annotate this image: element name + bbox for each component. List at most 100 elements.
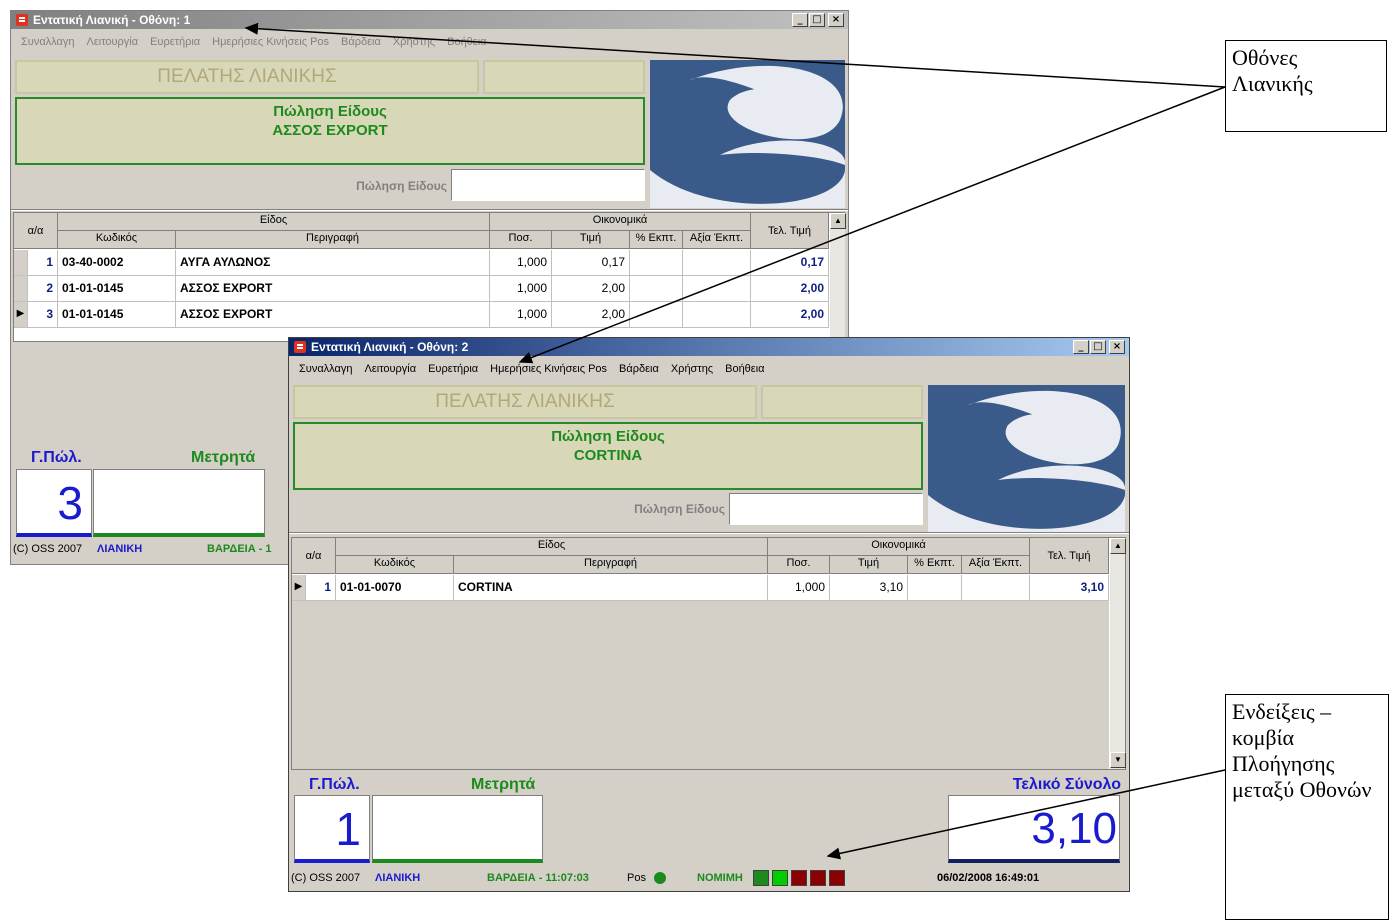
scroll-up-button[interactable]: ▲ (830, 213, 846, 229)
row-disc-val (962, 575, 1030, 601)
screen-nav-button-5[interactable] (829, 870, 845, 886)
company-logo (928, 385, 1125, 533)
status-mode: ΛΙΑΝΙΚΗ (97, 543, 143, 555)
window-2-titlebar[interactable]: Εντατική Λιανική - Οθόνη: 2 _ □ × (289, 338, 1129, 356)
cash-value[interactable] (93, 469, 265, 537)
close-button[interactable]: × (1109, 340, 1125, 354)
row-qty: 1,000 (490, 302, 552, 328)
minimize-button[interactable]: _ (1073, 340, 1089, 354)
menu-indexes[interactable]: Ευρετήρια (144, 36, 206, 48)
sale-item-input[interactable] (451, 169, 645, 201)
maximize-button[interactable]: □ (809, 13, 825, 27)
menu-function[interactable]: Λειτουργία (359, 363, 423, 375)
items-grid: α/α Είδος Οικονομικά Τελ. Τιμή Κωδικός Π… (291, 537, 1126, 770)
screen-nav-button-3[interactable] (791, 870, 807, 886)
pos-window-2: Εντατική Λιανική - Οθόνη: 2 _ □ × Συναλλ… (288, 337, 1130, 892)
customer-code-box[interactable] (483, 60, 645, 94)
menu-help[interactable]: Βοήθεια (441, 36, 492, 48)
sale-item-input[interactable] (729, 493, 923, 525)
row-number: 1 (28, 250, 58, 276)
menu-transaction[interactable]: Συναλλαγη (15, 36, 81, 48)
sale-item: ΑΣΣΟΣ EXPORT (272, 122, 388, 139)
row-code: 01-01-0145 (58, 302, 176, 328)
row-price: 0,17 (552, 250, 630, 276)
row-number: 1 (306, 575, 336, 601)
status-bar: (C) OSS 2007 ΛΙΑΝΙΚΗ ΒΑΡΔΕΙΑ - 1 (11, 541, 291, 559)
menu-help[interactable]: Βοήθεια (719, 363, 770, 375)
menu-user[interactable]: Χρήστης (387, 36, 441, 48)
row-final: 2,00 (751, 276, 829, 302)
row-final: 3,10 (1030, 575, 1109, 601)
close-button[interactable]: × (828, 13, 844, 27)
col-desc: Περιγραφή (454, 556, 768, 574)
sale-item: CORTINA (573, 447, 643, 464)
menu-bar: Συναλλαγη Λειτουργία Ευρετήρια Ημερήσιες… (289, 360, 1129, 378)
col-final-price: Τελ. Τιμή (1030, 538, 1109, 574)
logo-graphic (928, 385, 1125, 533)
callout-screens: Οθόνες Λιανικής (1225, 40, 1387, 132)
gpol-label: Γ.Πώλ. (31, 449, 82, 466)
row-indicator (14, 276, 28, 302)
screen-nav-button-2[interactable] (772, 870, 788, 886)
row-indicator: ▶ (14, 302, 28, 328)
menu-transaction[interactable]: Συναλλαγη (293, 363, 359, 375)
row-desc: CORTINA (454, 575, 768, 601)
col-code: Κωδικός (58, 231, 176, 249)
status-bar: (C) OSS 2007 ΛΙΑΝΙΚΗ ΒΑΡΔΕΙΑ - 11:07:03 … (289, 868, 1129, 888)
row-disc (908, 575, 962, 601)
col-final-price: Τελ. Τιμή (751, 213, 829, 249)
row-price: 3,10 (830, 575, 908, 601)
vertical-scrollbar[interactable]: ▲ ▼ (1109, 538, 1126, 769)
window-1-titlebar[interactable]: Εντατική Λιανική - Οθόνη: 1 _ □ × (11, 11, 848, 29)
company-logo (650, 60, 845, 208)
status-pos-label: Pos (627, 872, 646, 884)
row-price: 2,00 (552, 302, 630, 328)
menu-daily-pos[interactable]: Ημερήσιες Κινήσεις Pos (484, 363, 613, 375)
col-price: Τιμή (830, 556, 908, 574)
cash-value[interactable] (372, 795, 543, 863)
row-disc (630, 302, 683, 328)
status-copyright: (C) OSS 2007 (13, 543, 83, 555)
group-eidos: Είδος (336, 538, 768, 556)
row-desc: ΑΥΓΑ ΑΥΛΩΝΟΣ (176, 250, 490, 276)
row-final: 2,00 (751, 302, 829, 328)
maximize-button[interactable]: □ (1090, 340, 1106, 354)
screen-nav-button-4[interactable] (810, 870, 826, 886)
menu-function[interactable]: Λειτουργία (81, 36, 145, 48)
menu-shift[interactable]: Βάρδεια (335, 36, 387, 48)
scroll-up-button[interactable]: ▲ (1110, 538, 1126, 554)
row-indicator (14, 250, 28, 276)
sale-title: Πώληση Είδους (273, 103, 387, 120)
status-legal: ΝΟΜΙΜΗ (697, 872, 743, 884)
vertical-scrollbar[interactable]: ▲ (829, 213, 846, 341)
menu-shift[interactable]: Βάρδεια (613, 363, 665, 375)
callout-indicators: Ενδείξεις – κομβία Πλοήγησης μεταξύ Οθον… (1225, 694, 1389, 920)
app-icon (293, 340, 307, 354)
gpol-label: Γ.Πώλ. (309, 776, 360, 793)
col-aa: α/α (14, 213, 58, 249)
items-grid: α/α Είδος Οικονομικά Τελ. Τιμή Κωδικός Π… (13, 212, 846, 342)
sale-field-label: Πώληση Είδους (634, 502, 725, 516)
screen-nav-button-1[interactable] (753, 870, 769, 886)
logo-graphic (650, 60, 845, 208)
customer-box[interactable]: ΠΕΛΑΤΗΣ ΛΙΑΝΙΚΗΣ (15, 60, 479, 94)
sale-title: Πώληση Είδους (551, 428, 665, 445)
scroll-down-button[interactable]: ▼ (1110, 752, 1126, 768)
menu-user[interactable]: Χρήστης (665, 363, 719, 375)
col-disc-val: Αξία Έκπτ. (683, 231, 751, 249)
sale-display: Πώληση Είδους CORTINA (293, 422, 923, 490)
row-disc-val (683, 250, 751, 276)
menu-indexes[interactable]: Ευρετήρια (422, 363, 484, 375)
status-shift: ΒΑΡΔΕΙΑ - 11:07:03 (487, 872, 589, 884)
minimize-button[interactable]: _ (792, 13, 808, 27)
status-mode: ΛΙΑΝΙΚΗ (375, 872, 421, 884)
row-number: 2 (28, 276, 58, 302)
callout-screens-text: Οθόνες Λιανικής (1232, 45, 1313, 96)
col-disc: % Εκπτ. (630, 231, 683, 249)
customer-box[interactable]: ΠΕΛΑΤΗΣ ΛΙΑΝΙΚΗΣ (293, 385, 757, 419)
customer-code-box[interactable] (761, 385, 923, 419)
col-qty: Ποσ. (490, 231, 552, 249)
menu-daily-pos[interactable]: Ημερήσιες Κινήσεις Pos (206, 36, 335, 48)
row-number: 3 (28, 302, 58, 328)
separator (11, 209, 848, 211)
